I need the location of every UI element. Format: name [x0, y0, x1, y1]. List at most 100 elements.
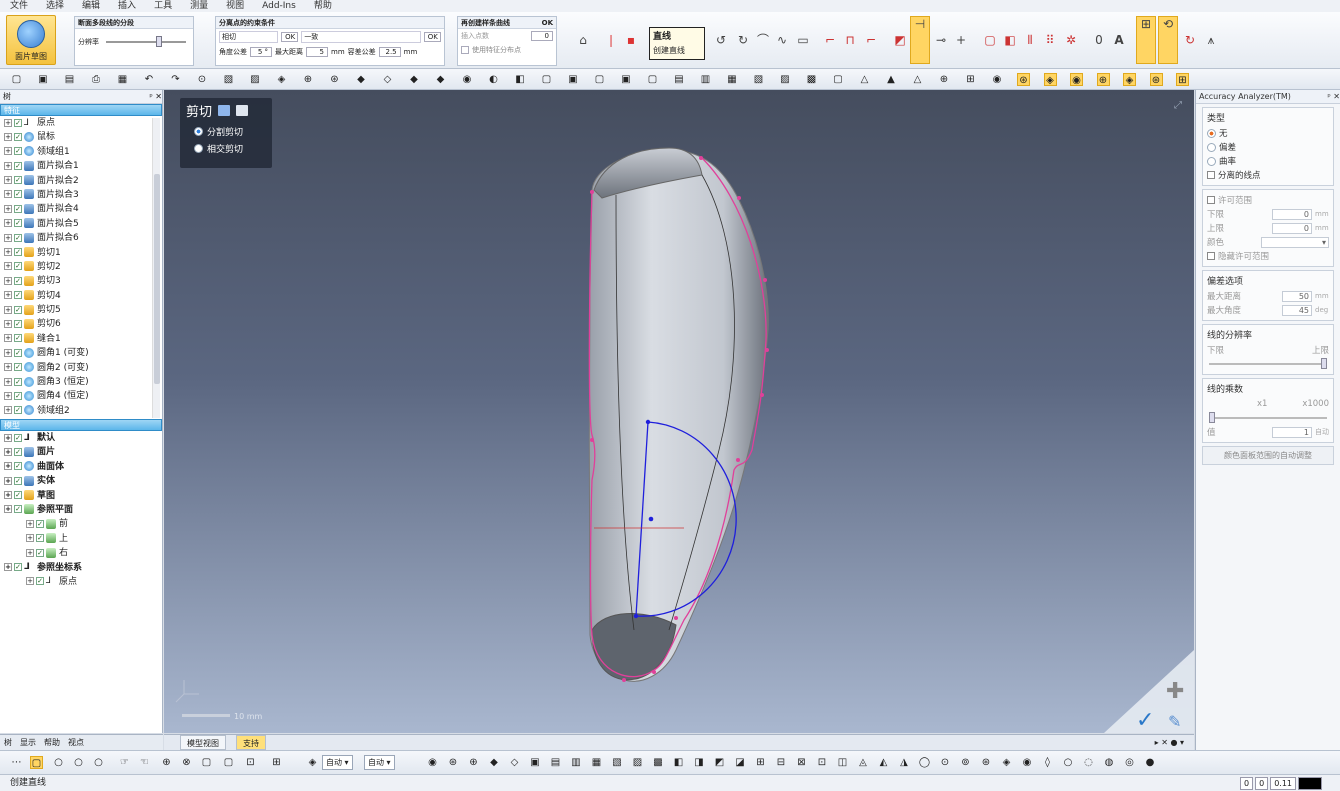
redo-icon[interactable]: ↷ [169, 73, 182, 86]
cancel-op-icon[interactable] [236, 105, 249, 116]
tree-item[interactable]: + ✓ 剪切6 [0, 317, 162, 331]
snap-filter-icon[interactable]: ● [1144, 756, 1157, 769]
menu-insert[interactable]: 插入 [118, 0, 136, 12]
tab-tree[interactable]: 树 [0, 735, 16, 750]
tree-item[interactable]: + ✓ 面片拟合3 [0, 188, 162, 202]
trim-corner-icon[interactable]: ⌐ [864, 33, 878, 47]
coincident-ok-button[interactable]: OK [423, 32, 441, 42]
measure-icon[interactable]: ⊕ [938, 73, 951, 86]
filter-mode-dropdown[interactable]: 自动 ▾ [364, 755, 395, 770]
snap-filter-icon[interactable]: ▧ [611, 756, 624, 769]
visibility-checkbox[interactable]: ✓ [14, 462, 22, 471]
menu-measure[interactable]: 测量 [190, 0, 208, 12]
expand-icon[interactable]: + [4, 176, 12, 185]
save-icon[interactable]: ▤ [63, 73, 76, 86]
sketch-plane-icon[interactable]: ⌂ [576, 33, 590, 47]
tree-item[interactable]: + ✓ 面片 [0, 445, 162, 459]
view-top-icon[interactable]: ◆ [408, 73, 421, 86]
split-icon[interactable]: + [954, 33, 968, 47]
slider-handle[interactable] [155, 36, 162, 47]
tree-item[interactable]: + ✓ ⅃ 原点 [0, 116, 162, 130]
arc-center-point[interactable] [648, 516, 654, 522]
radio-icon[interactable] [1207, 142, 1216, 152]
tree-item[interactable]: + ✓ 剪切1 [0, 246, 162, 260]
chamfer-icon[interactable]: ⊓ [843, 33, 857, 47]
check-icon[interactable]: ✓ [1136, 708, 1154, 733]
visibility-checkbox[interactable]: ✓ [14, 334, 22, 343]
visibility-checkbox[interactable]: ✓ [14, 291, 22, 300]
extend-icon[interactable]: ⊸ [934, 33, 948, 47]
tree-item[interactable]: + ✓ 领域组2 [0, 404, 162, 416]
visibility-checkbox[interactable]: ✓ [14, 161, 22, 170]
expand-icon[interactable]: + [4, 118, 12, 127]
mesh-view-icon[interactable]: ▲ [885, 73, 898, 86]
tab-support[interactable]: 支持 [236, 735, 266, 750]
tab-display[interactable]: 显示 [16, 735, 40, 750]
expand-icon[interactable]: + [4, 377, 12, 386]
snap-filter-icon[interactable]: ◈ [1000, 756, 1013, 769]
visibility-checkbox[interactable]: ✓ [14, 563, 22, 572]
rotate-icon[interactable]: ◐ [487, 73, 500, 86]
expand-icon[interactable]: + [4, 348, 12, 357]
expand-icon[interactable]: + [4, 462, 12, 471]
selection-mode-icon[interactable]: ◈ [306, 756, 319, 769]
selection-mode-icon[interactable]: ⊗ [180, 756, 193, 769]
tree-item[interactable]: + ✓ 草图 [0, 489, 162, 503]
snap-filter-icon[interactable]: ⊠ [795, 756, 808, 769]
snap-filter-icon[interactable]: ◊ [1041, 756, 1054, 769]
type-curvature[interactable]: 曲率 [1207, 154, 1329, 168]
convert-icon[interactable]: ▢ [983, 33, 997, 47]
selection-mode-icon[interactable]: ○ [92, 756, 105, 769]
selection-mode-icon[interactable]: ▢ [30, 756, 43, 769]
expand-icon[interactable]: + [4, 190, 12, 199]
expand-icon[interactable]: + [4, 161, 12, 170]
menu-view[interactable]: 视图 [226, 0, 244, 12]
display-icon[interactable]: ◉ [991, 73, 1004, 86]
mesh-view-icon[interactable]: △ [858, 73, 871, 86]
selection-mode-icon[interactable]: ⊕ [160, 756, 173, 769]
select-icon[interactable]: ▧ [222, 73, 235, 86]
resolution-slider[interactable] [1209, 358, 1327, 369]
tangent-option[interactable]: 相切 [219, 31, 279, 43]
tree-item[interactable]: + ✓ 圆角3 (恒定) [0, 375, 162, 389]
option-intersect-cut[interactable]: 相交剪切 [180, 140, 272, 157]
menu-select[interactable]: 选择 [46, 0, 64, 12]
box-view-icon[interactable]: ▢ [832, 73, 845, 86]
model-section-header[interactable]: 模型 [0, 419, 162, 431]
tree-item[interactable]: + ✓ 面片拟合1 [0, 159, 162, 173]
pan-icon[interactable]: ⊛ [328, 73, 341, 86]
multiplier-slider[interactable] [1209, 412, 1327, 423]
mirror-icon[interactable]: ⫴ [1023, 33, 1037, 47]
snap-filter-icon[interactable]: ◮ [898, 756, 911, 769]
auto-constraint-icon[interactable]: ↻ [1183, 33, 1197, 47]
visibility-checkbox[interactable]: ✓ [14, 348, 22, 357]
snap-icon[interactable]: ⊛ [1149, 73, 1163, 86]
snap-icon[interactable]: ◈ [1123, 73, 1136, 86]
expand-icon[interactable]: + [4, 233, 12, 242]
constraint-icon[interactable]: ⊞ [1136, 16, 1156, 64]
select-mode-dropdown[interactable]: 自动 ▾ [322, 755, 353, 770]
max-dist-input[interactable]: 5 [306, 47, 328, 57]
menu-addins[interactable]: Add-Ins [262, 0, 296, 12]
expand-icon[interactable]: + [4, 262, 12, 271]
max-dist-input[interactable]: 50 [1282, 290, 1312, 302]
spline-icon[interactable]: ∿ [775, 33, 789, 47]
snap-filter-icon[interactable]: ⊡ [816, 756, 829, 769]
snap-filter-icon[interactable]: ◩ [713, 756, 726, 769]
arc-3pt-icon[interactable]: ↻ [736, 33, 750, 47]
print-icon[interactable]: ⎙ [90, 73, 103, 86]
visibility-checkbox[interactable]: ✓ [14, 391, 22, 400]
menu-edit[interactable]: 编辑 [82, 0, 100, 12]
tree-item[interactable]: + ✓ 圆角2 (可变) [0, 361, 162, 375]
visibility-checkbox[interactable]: ✓ [14, 305, 22, 314]
panel-close-icon[interactable]: ᵖ ✕ [149, 90, 162, 103]
resolution-slider[interactable] [106, 36, 186, 47]
checkbox[interactable] [1207, 171, 1215, 179]
visibility-checkbox[interactable]: ✓ [14, 190, 22, 199]
radio-icon[interactable] [194, 127, 203, 136]
snap-filter-icon[interactable]: ◉ [1021, 756, 1034, 769]
tree-item[interactable]: + ✓ ⅃ 参照坐标系 [0, 561, 162, 575]
mesh-sketch-button[interactable]: 面片草图 [6, 15, 56, 65]
auto-adjust-button[interactable]: 颜色面板范围的自动调整 [1202, 446, 1334, 465]
pattern-icon[interactable]: ⠿ [1043, 33, 1057, 47]
